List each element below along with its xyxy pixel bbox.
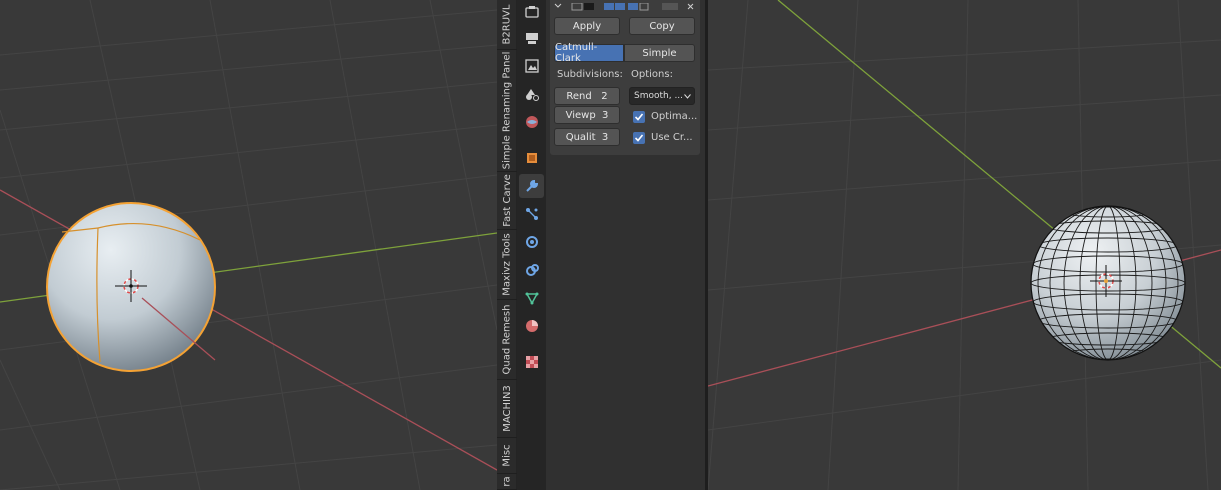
tab-label: B2RUVL	[501, 4, 513, 45]
properties-tab-column	[517, 0, 546, 490]
sidebar-tab-strip: B2RUVL Simple Renaming Panel Fast Carve …	[497, 0, 517, 490]
particles-icon[interactable]	[519, 202, 544, 226]
viewport-right[interactable]	[708, 0, 1221, 490]
tab-simple-renaming-panel[interactable]: Simple Renaming Panel	[497, 50, 517, 172]
quality-value: 3	[601, 131, 609, 143]
properties-panel: Apply Copy Catmull-Clark Simple Subdivis…	[546, 0, 705, 490]
modifier-wrench-icon[interactable]	[519, 174, 544, 198]
view-layer-icon[interactable]	[519, 82, 544, 106]
tool-icon[interactable]	[519, 0, 544, 24]
catmull-clark-toggle[interactable]: Catmull-Clark	[554, 42, 624, 64]
optimal-display-checkbox[interactable]	[633, 111, 645, 123]
tab-label: Misc	[501, 444, 513, 467]
constraints-icon[interactable]	[519, 258, 544, 282]
tab-maxivz-tools[interactable]: Maxivz Tools	[497, 230, 517, 300]
uv-smooth-dropdown[interactable]: Smooth, ...	[629, 87, 695, 105]
tab-label: Maxivz Tools	[501, 233, 513, 296]
apply-button[interactable]: Apply	[554, 17, 620, 35]
viewport-levels-field[interactable]: Viewp 3	[554, 106, 620, 124]
modifier-header	[552, 0, 700, 11]
render-icon[interactable]	[519, 26, 544, 50]
render-levels-value: 2	[601, 90, 608, 102]
tab-machin3[interactable]: MACHIN3	[497, 380, 517, 438]
quality-field[interactable]: Qualit 3	[554, 128, 620, 146]
use-creases-checkbox[interactable]	[633, 132, 645, 144]
subdivisions-label: Subdivisions:	[557, 69, 623, 80]
tab-label: Simple Renaming Panel	[501, 51, 513, 170]
check-icon	[634, 134, 644, 142]
check-icon	[634, 113, 644, 121]
material-icon[interactable]	[519, 314, 544, 338]
render-levels-field[interactable]: Rend 2	[554, 87, 620, 105]
uv-smooth-value: Smooth, ...	[634, 91, 684, 101]
tab-label: Quad Remesh	[501, 304, 513, 375]
simple-toggle[interactable]: Simple	[624, 44, 695, 62]
tab-ra[interactable]: ra	[497, 474, 517, 490]
optimal-display-label: Optima...	[651, 111, 698, 122]
physics-icon[interactable]	[519, 230, 544, 254]
tab-label: Fast Carve	[501, 174, 513, 227]
tab-b2ruvl[interactable]: B2RUVL	[497, 0, 517, 50]
tab-misc[interactable]: Misc	[497, 438, 517, 474]
data-icon[interactable]	[519, 286, 544, 310]
use-creases-label: Use Cr...	[651, 132, 693, 143]
copy-button[interactable]: Copy	[629, 17, 695, 35]
tab-label: MACHIN3	[501, 385, 513, 432]
tab-fast-carve[interactable]: Fast Carve	[497, 172, 517, 230]
options-label: Options:	[631, 69, 673, 80]
tab-quad-remesh[interactable]: Quad Remesh	[497, 300, 517, 380]
uv-sphere-object[interactable]	[1030, 205, 1186, 361]
tab-label: ra	[501, 476, 513, 487]
texture-icon[interactable]	[519, 350, 544, 374]
viewport-left[interactable]	[0, 0, 497, 490]
chevron-down-icon	[684, 94, 691, 99]
scene-icon[interactable]	[519, 110, 544, 134]
object-icon[interactable]	[519, 146, 544, 170]
viewport-levels-value: 3	[602, 109, 609, 121]
viewport-levels-label: Viewp	[565, 109, 596, 121]
quality-label: Qualit	[565, 131, 596, 143]
subdivision-modifier-block: Apply Copy Catmull-Clark Simple Subdivis…	[550, 0, 700, 155]
render-levels-label: Rend	[566, 90, 592, 102]
output-icon[interactable]	[519, 54, 544, 78]
